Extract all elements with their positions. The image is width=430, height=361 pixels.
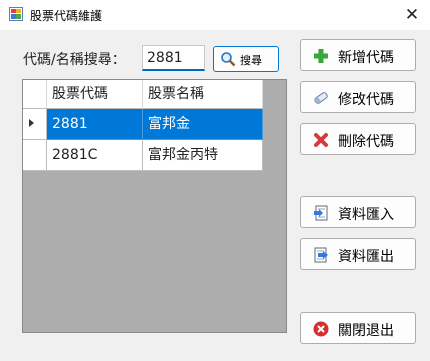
x-icon — [314, 133, 328, 147]
table-cell-name[interactable]: 富邦金 — [143, 109, 263, 140]
search-label: 代碼/名稱搜尋： — [23, 52, 126, 68]
table-cell-name[interactable]: 富邦金丙特 — [143, 140, 263, 171]
column-header-code[interactable]: 股票代碼 — [47, 80, 143, 109]
row-header[interactable] — [23, 140, 47, 171]
export-data-button[interactable]: 資料匯出 — [300, 238, 416, 270]
table-cell-code[interactable]: 2881 — [47, 109, 143, 140]
current-row-arrow-icon — [29, 119, 34, 127]
delete-code-label: 刪除代碼 — [338, 134, 394, 150]
plus-icon — [314, 49, 328, 63]
stock-grid[interactable]: 股票代碼 股票名稱 2881 富邦金 2881C 富邦金丙特 — [22, 79, 287, 333]
search-input[interactable] — [142, 45, 205, 71]
window-title: 股票代碼維護 — [30, 9, 103, 23]
edit-code-button[interactable]: 修改代碼 — [300, 81, 416, 113]
close-exit-label: 關閉退出 — [338, 323, 394, 339]
search-button-label: 搜尋 — [240, 54, 262, 67]
title-bar: 股票代碼維護 ✕ — [0, 0, 430, 30]
edit-code-label: 修改代碼 — [338, 92, 394, 108]
column-header-name[interactable]: 股票名稱 — [143, 80, 263, 109]
app-window-icon — [9, 7, 23, 21]
import-data-label: 資料匯入 — [338, 207, 394, 223]
import-icon — [314, 205, 328, 221]
add-code-button[interactable]: 新增代碼 — [300, 39, 416, 71]
export-data-label: 資料匯出 — [338, 249, 394, 265]
table-cell-code[interactable]: 2881C — [47, 140, 143, 171]
add-code-label: 新增代碼 — [338, 50, 394, 66]
close-exit-button[interactable]: 關閉退出 — [300, 312, 416, 344]
grid-corner-header — [23, 80, 47, 109]
export-icon — [314, 247, 328, 263]
close-icon[interactable]: ✕ — [398, 2, 426, 28]
delete-code-button[interactable]: 刪除代碼 — [300, 123, 416, 155]
search-button[interactable]: 搜尋 — [213, 46, 279, 72]
eraser-icon — [314, 92, 328, 104]
row-header-selected[interactable] — [23, 109, 47, 140]
import-data-button[interactable]: 資料匯入 — [300, 196, 416, 228]
magnifier-icon — [221, 52, 236, 67]
close-circle-icon — [313, 321, 329, 337]
